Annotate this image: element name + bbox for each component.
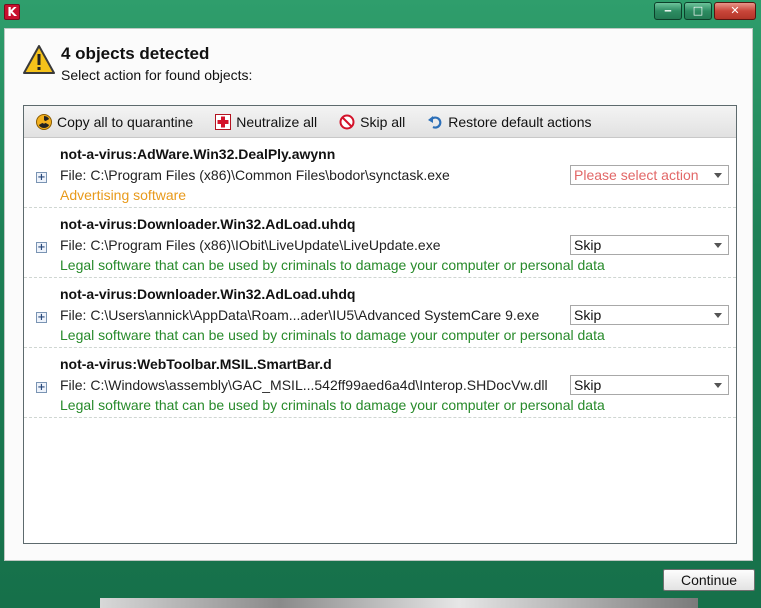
restore-default-actions-button[interactable]: Restore default actions — [427, 114, 591, 130]
threat-description: Legal software that can be used by crimi… — [60, 397, 605, 413]
expand-icon[interactable]: + — [36, 172, 47, 183]
chevron-down-icon — [714, 383, 722, 388]
window-controls: ‒ □ ✕ — [654, 2, 756, 20]
threat-row: + not-a-virus:Downloader.Win32.AdLoad.uh… — [24, 208, 736, 278]
neutralize-all-button[interactable]: Neutralize all — [215, 113, 318, 130]
close-button[interactable]: ✕ — [714, 2, 756, 20]
threat-description: Legal software that can be used by crimi… — [60, 327, 605, 343]
threat-name: not-a-virus:Downloader.Win32.AdLoad.uhdq — [60, 216, 356, 232]
threat-file-path: File: C:\Users\annick\AppData\Roam...ade… — [60, 307, 540, 323]
skip-all-label: Skip all — [360, 113, 406, 130]
expand-icon[interactable]: + — [36, 312, 47, 323]
window-frame: K ‒ □ ✕ 4 objects detected Select action… — [0, 0, 761, 608]
threat-description: Advertising software — [60, 187, 187, 203]
threat-name: not-a-virus:Downloader.Win32.AdLoad.uhdq — [60, 286, 356, 302]
medical-cross-icon — [215, 113, 232, 130]
quarantine-all-label: Copy all to quarantine — [57, 113, 194, 130]
expand-icon[interactable]: + — [36, 242, 47, 253]
action-select-value: Please select action — [574, 167, 699, 183]
action-select-value: Skip — [574, 307, 602, 323]
threat-file-path: File: C:\Windows\assembly\GAC_MSIL...542… — [60, 377, 548, 393]
action-toolbar: Copy all to quarantine Neutralize all Sk… — [24, 106, 736, 138]
action-select[interactable]: Skip — [570, 305, 729, 325]
chevron-down-icon — [714, 243, 722, 248]
action-select[interactable]: Skip — [570, 235, 729, 255]
threat-list-panel: Copy all to quarantine Neutralize all Sk… — [23, 105, 737, 544]
dialog-client-area: 4 objects detected Select action for fou… — [4, 28, 753, 561]
expand-icon[interactable]: + — [36, 382, 47, 393]
radiation-icon — [36, 113, 52, 130]
kaspersky-logo-icon: K — [4, 4, 20, 20]
action-select-value: Skip — [574, 377, 602, 393]
neutralize-all-label: Neutralize all — [236, 113, 318, 130]
maximize-button[interactable]: □ — [684, 2, 712, 20]
desktop-background — [100, 598, 698, 608]
threat-file-path: File: C:\Program Files (x86)\Common File… — [60, 167, 450, 183]
restore-default-actions-label: Restore default actions — [448, 113, 592, 130]
threat-row: + not-a-virus:AdWare.Win32.DealPly.awynn… — [24, 138, 736, 208]
action-select-value: Skip — [574, 237, 602, 253]
title-bar: K ‒ □ ✕ — [0, 0, 761, 26]
undo-arrow-icon — [428, 115, 442, 129]
skip-all-button[interactable]: Skip all — [339, 114, 405, 130]
action-select[interactable]: Please select action — [570, 165, 729, 185]
page-title: 4 objects detected — [61, 44, 210, 63]
warning-icon — [23, 45, 55, 74]
quarantine-all-button[interactable]: Copy all to quarantine — [36, 113, 194, 130]
minimize-button[interactable]: ‒ — [654, 2, 682, 20]
threat-name: not-a-virus:AdWare.Win32.DealPly.awynn — [60, 146, 336, 162]
threat-description: Legal software that can be used by crimi… — [60, 257, 605, 273]
chevron-down-icon — [714, 173, 722, 178]
action-select[interactable]: Skip — [570, 375, 729, 395]
prohibited-icon — [339, 114, 355, 129]
threat-file-path: File: C:\Program Files (x86)\IObit\LiveU… — [60, 237, 441, 253]
chevron-down-icon — [714, 313, 722, 318]
threat-name: not-a-virus:WebToolbar.MSIL.SmartBar.d — [60, 356, 332, 372]
threat-row: + not-a-virus:WebToolbar.MSIL.SmartBar.d… — [24, 348, 736, 418]
page-subtitle: Select action for found objects: — [61, 67, 253, 83]
continue-button[interactable]: Continue — [663, 569, 755, 591]
threat-row: + not-a-virus:Downloader.Win32.AdLoad.uh… — [24, 278, 736, 348]
